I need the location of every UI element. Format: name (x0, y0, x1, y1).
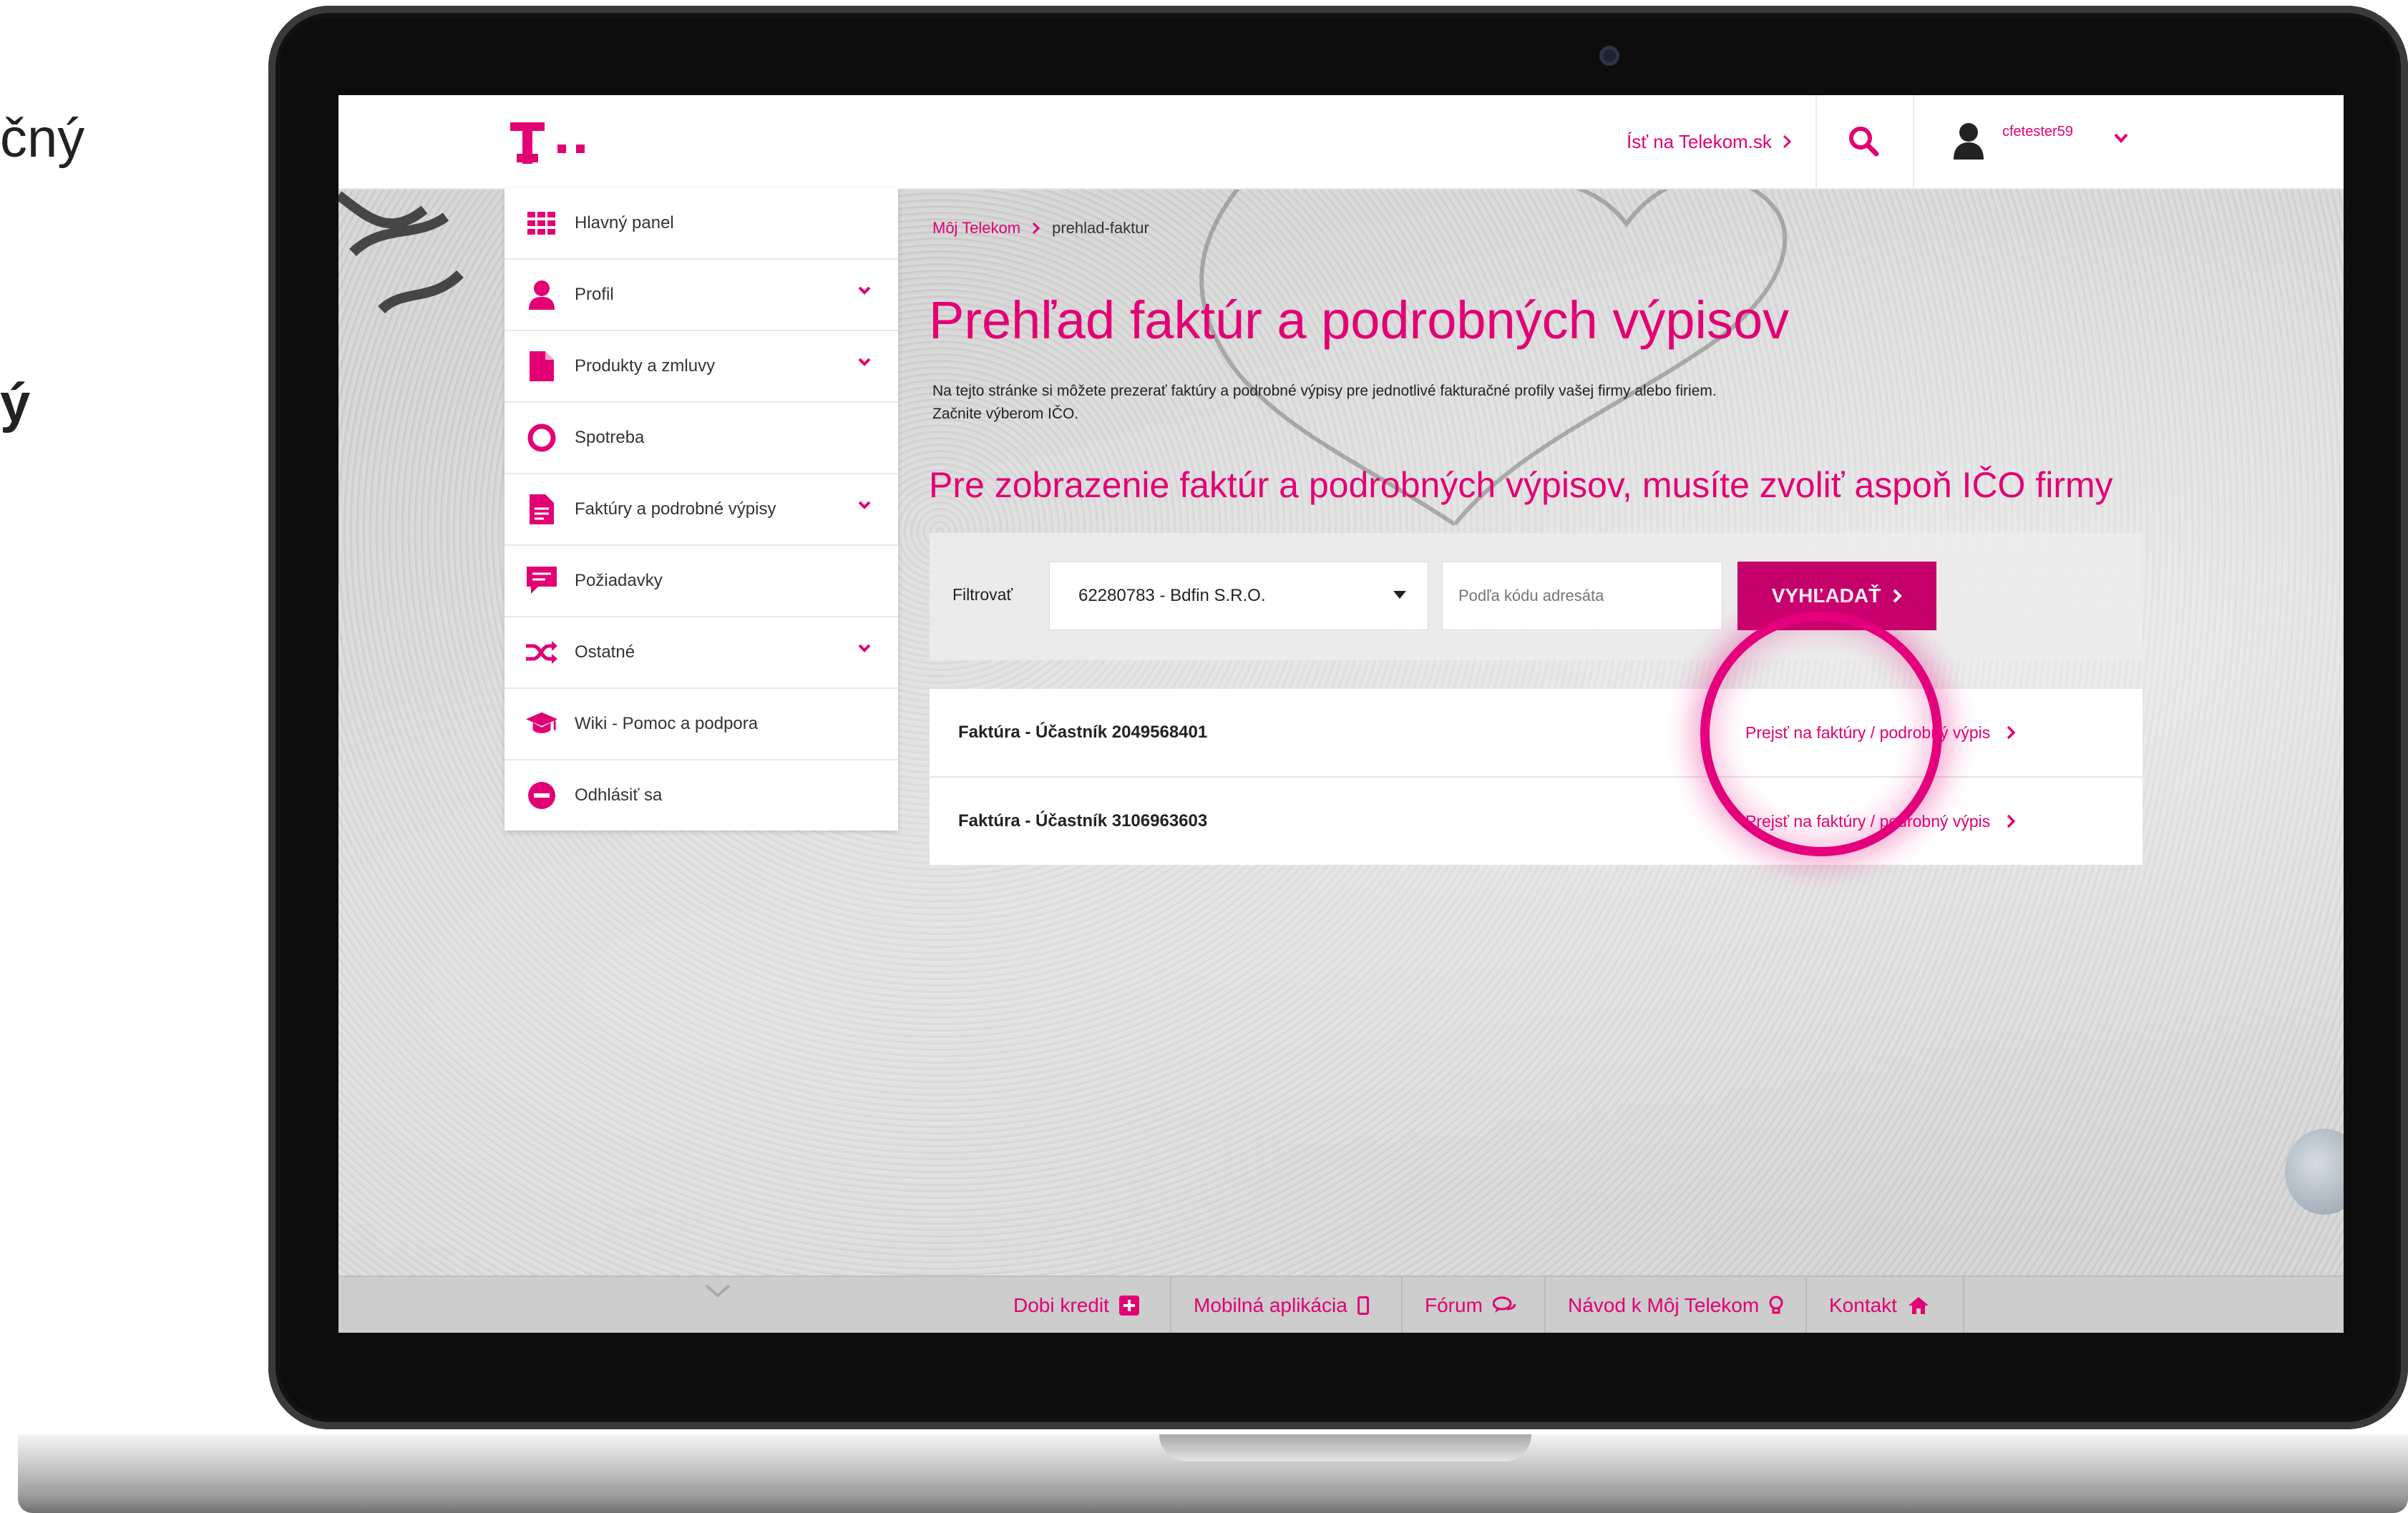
search-button-label: VYHĽADAŤ (1771, 584, 1881, 607)
camera-icon (1599, 46, 1619, 66)
shuffle-icon (526, 637, 557, 668)
sidebar-item-label: Wiki - Pomoc a podpora (575, 714, 759, 733)
footer-item-label: Kontakt (1829, 1294, 1897, 1316)
page-description-line: Na tejto stránke si môžete prezerať fakt… (932, 383, 1717, 399)
sidebar-item-label: Spotreba (575, 428, 645, 447)
sidebar-item-label: Produkty a zmluvy (575, 356, 716, 376)
footer-mobile-app-link[interactable]: Mobilná aplikácia (1194, 1277, 1369, 1333)
telekom-link-label: Ísť na Telekom.sk (1627, 130, 1772, 152)
page-subtitle: Pre zobrazenie faktúr a podrobných výpis… (929, 465, 2113, 505)
chevron-right-icon (1783, 134, 1792, 149)
breadcrumb-current: prehlad-faktur (1052, 219, 1149, 237)
addressee-code-input[interactable] (1442, 562, 1722, 630)
slide-text-fragment: čný (0, 108, 85, 169)
laptop-screen: Ísť na Telekom.sk cfetester59 Hlavný pan… (338, 95, 2344, 1333)
footer-item-label: Dobi kredit (1013, 1294, 1109, 1316)
phone-icon (1357, 1296, 1369, 1315)
list-item: Faktúra - Účastník 3106963603 Prejsť na … (930, 778, 2143, 865)
search-icon[interactable] (1846, 124, 1881, 158)
chevron-right-icon (2007, 725, 2016, 740)
footer-forum-link[interactable]: Fórum (1425, 1277, 1516, 1333)
filter-label: Filtrovať (952, 585, 1013, 604)
chevron-down-icon (858, 286, 871, 295)
chat-icon (526, 565, 557, 597)
sidebar-item-label: Požiadavky (575, 571, 663, 590)
top-bar: Ísť na Telekom.sk cfetester59 (338, 95, 2344, 190)
sidebar-item-logout[interactable]: Odhlásiť sa (504, 760, 898, 831)
sidebar-item-other[interactable]: Ostatné (504, 617, 898, 689)
chevron-down-icon[interactable] (2113, 132, 2129, 144)
telekom-logo-dots (557, 144, 595, 157)
sidebar-item-profile[interactable]: Profil (504, 260, 898, 331)
chevron-down-icon[interactable] (703, 1283, 732, 1300)
telekom-logo[interactable] (510, 117, 545, 167)
chevron-down-icon (858, 644, 871, 652)
minus-circle-icon (526, 780, 557, 811)
page-description: Na tejto stránke si môžete prezerať fakt… (932, 380, 2006, 426)
sidebar: Hlavný panel Profil Produkty a zmluvy Sp… (504, 188, 898, 831)
person-icon (526, 279, 557, 310)
invoice-icon (526, 494, 557, 525)
page-title: Prehľad faktúr a podrobných výpisov (929, 290, 1790, 350)
graduation-cap-icon (526, 708, 557, 740)
breadcrumb: Môj Telekom prehlad-faktur (932, 219, 1149, 238)
caret-down-icon (1393, 591, 1406, 599)
user-avatar-icon[interactable] (1952, 121, 1985, 160)
page-description-line: Začnite výberom IČO. (932, 406, 1079, 422)
highlight-circle (1700, 612, 1942, 856)
footer-item-label: Fórum (1425, 1294, 1483, 1316)
home-icon (1908, 1297, 1929, 1314)
breadcrumb-home[interactable]: Môj Telekom (932, 219, 1020, 238)
sidebar-item-requests[interactable]: Požiadavky (504, 546, 898, 617)
company-select[interactable]: 62280783 - Bdfin S.R.O. (1049, 562, 1428, 630)
result-title: Faktúra - Účastník 3106963603 (958, 811, 1208, 831)
footer-guide-link[interactable]: Návod k Môj Telekom (1568, 1277, 1783, 1333)
footer-topup-link[interactable]: Dobi kredit (1013, 1277, 1139, 1333)
sidebar-item-invoices[interactable]: Faktúry a podrobné výpisy (504, 474, 898, 546)
sidebar-item-label: Hlavný panel (575, 213, 674, 232)
footer-bar: Dobi kredit Mobilná aplikácia Fórum Návo… (338, 1275, 2344, 1333)
footer-item-label: Mobilná aplikácia (1194, 1294, 1347, 1316)
chevron-right-icon (1033, 222, 1040, 235)
footer-item-label: Návod k Môj Telekom (1568, 1294, 1760, 1316)
grid-icon (526, 207, 557, 239)
footer-contact-link[interactable]: Kontakt (1829, 1277, 1930, 1333)
lightbulb-icon (1769, 1296, 1783, 1314)
plus-square-icon (1118, 1296, 1139, 1316)
sidebar-item-label: Profil (575, 285, 614, 304)
sidebar-item-products[interactable]: Produkty a zmluvy (504, 331, 898, 403)
sidebar-item-wiki[interactable]: Wiki - Pomoc a podpora (504, 689, 898, 760)
chevron-right-icon (2007, 814, 2016, 828)
list-item: Faktúra - Účastník 2049568401 Prejsť na … (930, 689, 2143, 778)
telekom-link[interactable]: Ísť na Telekom.sk (1627, 127, 1792, 157)
sidebar-item-label: Ostatné (575, 642, 635, 662)
comments-icon (1492, 1296, 1516, 1313)
ring-icon (526, 422, 557, 454)
username[interactable]: cfetester59 (2002, 124, 2073, 140)
slide-text-fragment-bold: ý (0, 373, 31, 434)
results-list: Faktúra - Účastník 2049568401 Prejsť na … (930, 689, 2143, 865)
result-title: Faktúra - Účastník 2049568401 (958, 723, 1208, 742)
chevron-down-icon (858, 501, 871, 509)
company-select-value: 62280783 - Bdfin S.R.O. (1078, 586, 1266, 605)
sidebar-item-label: Faktúry a podrobné výpisy (575, 499, 776, 519)
sidebar-item-label: Odhlásiť sa (575, 785, 663, 805)
sidebar-item-usage[interactable]: Spotreba (504, 403, 898, 474)
laptop-notch (1159, 1434, 1531, 1461)
document-icon (526, 351, 557, 382)
chevron-down-icon (858, 358, 871, 366)
chevron-right-icon (1893, 589, 1903, 603)
sidebar-item-dashboard[interactable]: Hlavný panel (504, 188, 898, 260)
